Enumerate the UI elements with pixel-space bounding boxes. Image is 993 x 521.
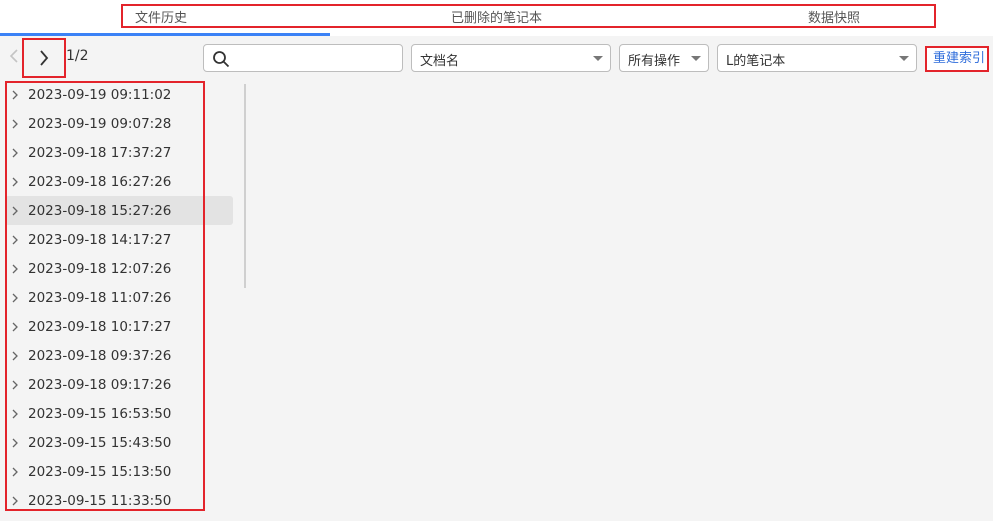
chevron-right-icon[interactable]	[9, 118, 21, 130]
chevron-right-icon[interactable]	[9, 437, 21, 449]
history-timestamp: 2023-09-19 09:07:28	[28, 115, 172, 132]
history-item[interactable]: 2023-09-15 15:13:50	[5, 457, 233, 486]
chevron-right-icon[interactable]	[9, 234, 21, 246]
tab-data-snapshot[interactable]: 数据快照	[808, 7, 860, 26]
chevron-right-icon[interactable]	[9, 350, 21, 362]
panel-divider[interactable]	[244, 84, 246, 288]
history-timestamp: 2023-09-18 11:07:26	[28, 289, 172, 306]
history-timestamp: 2023-09-15 11:33:50	[28, 492, 172, 509]
history-item[interactable]: 2023-09-18 10:17:27	[5, 312, 233, 341]
chevron-right-icon[interactable]	[9, 495, 21, 507]
history-list: 2023-09-19 09:11:02 2023-09-19 09:07:28 20…	[5, 80, 233, 515]
history-item[interactable]: 2023-09-19 09:07:28	[5, 109, 233, 138]
chevron-right-icon[interactable]	[9, 176, 21, 188]
history-timestamp: 2023-09-18 17:37:27	[28, 144, 172, 161]
history-timestamp: 2023-09-18 12:07:26	[28, 260, 172, 277]
chevron-right-icon[interactable]	[9, 408, 21, 420]
history-item[interactable]: 2023-09-15 16:53:50	[5, 399, 233, 428]
history-timestamp: 2023-09-15 15:13:50	[28, 463, 172, 480]
history-timestamp: 2023-09-15 16:53:50	[28, 405, 172, 422]
chevron-right-icon[interactable]	[9, 321, 21, 333]
chevron-right-icon	[40, 50, 49, 66]
history-timestamp: 2023-09-15 15:43:50	[28, 434, 172, 451]
chevron-right-icon[interactable]	[9, 147, 21, 159]
search-icon	[213, 51, 230, 68]
caret-down-icon	[691, 56, 701, 61]
chevron-right-icon[interactable]	[9, 263, 21, 275]
history-item[interactable]: 2023-09-18 16:27:26	[5, 167, 233, 196]
search-input[interactable]	[236, 48, 400, 70]
history-item[interactable]: 2023-09-18 09:37:26	[5, 341, 233, 370]
history-item[interactable]: 2023-09-18 14:17:27	[5, 225, 233, 254]
history-item[interactable]: 2023-09-15 11:33:50	[5, 486, 233, 515]
history-timestamp: 2023-09-18 09:37:26	[28, 347, 172, 364]
operation-select-value: 所有操作	[628, 54, 681, 69]
tab-deleted-notebooks[interactable]: 已删除的笔记本	[451, 7, 542, 26]
history-item[interactable]: 2023-09-18 12:07:26	[5, 254, 233, 283]
chevron-left-icon	[9, 49, 18, 63]
chevron-right-icon[interactable]	[9, 89, 21, 101]
page-indicator: 1/2	[66, 48, 89, 64]
history-item[interactable]: 2023-09-18 15:27:26	[5, 196, 233, 225]
prev-page-button[interactable]	[6, 48, 22, 68]
history-item[interactable]: 2023-09-18 11:07:26	[5, 283, 233, 312]
history-timestamp: 2023-09-18 14:17:27	[28, 231, 172, 248]
history-timestamp: 2023-09-18 16:27:26	[28, 173, 172, 190]
caret-down-icon	[593, 56, 603, 61]
history-timestamp: 2023-09-18 15:27:26	[28, 202, 172, 219]
search-box[interactable]	[203, 44, 403, 72]
chevron-right-icon[interactable]	[9, 292, 21, 304]
history-timestamp: 2023-09-19 09:11:02	[28, 86, 172, 103]
doc-type-select-value: 文档名	[420, 54, 460, 69]
caret-down-icon	[899, 56, 909, 61]
notebook-select[interactable]: L的笔记本	[717, 44, 917, 72]
history-timestamp: 2023-09-18 09:17:26	[28, 376, 172, 393]
doc-type-select[interactable]: 文档名	[411, 44, 611, 72]
history-timestamp: 2023-09-18 10:17:27	[28, 318, 172, 335]
history-item[interactable]: 2023-09-18 09:17:26	[5, 370, 233, 399]
tab-file-history[interactable]: 文件历史	[135, 7, 187, 26]
notebook-select-value: L的笔记本	[726, 54, 786, 69]
chevron-right-icon[interactable]	[9, 205, 21, 217]
history-item[interactable]: 2023-09-19 09:11:02	[5, 80, 233, 109]
history-item[interactable]: 2023-09-18 17:37:27	[5, 138, 233, 167]
chevron-right-icon[interactable]	[9, 466, 21, 478]
operation-select[interactable]: 所有操作	[619, 44, 709, 72]
rebuild-index-button[interactable]: 重建索引	[925, 46, 989, 72]
chevron-right-icon[interactable]	[9, 379, 21, 391]
top-tab-bar: 文件历史 已删除的笔记本 数据快照	[0, 0, 993, 36]
next-page-button[interactable]	[22, 38, 66, 78]
history-item[interactable]: 2023-09-15 15:43:50	[5, 428, 233, 457]
toolbar: 1/2 文档名 所有操作 L的笔记本 重建索引	[0, 36, 993, 80]
